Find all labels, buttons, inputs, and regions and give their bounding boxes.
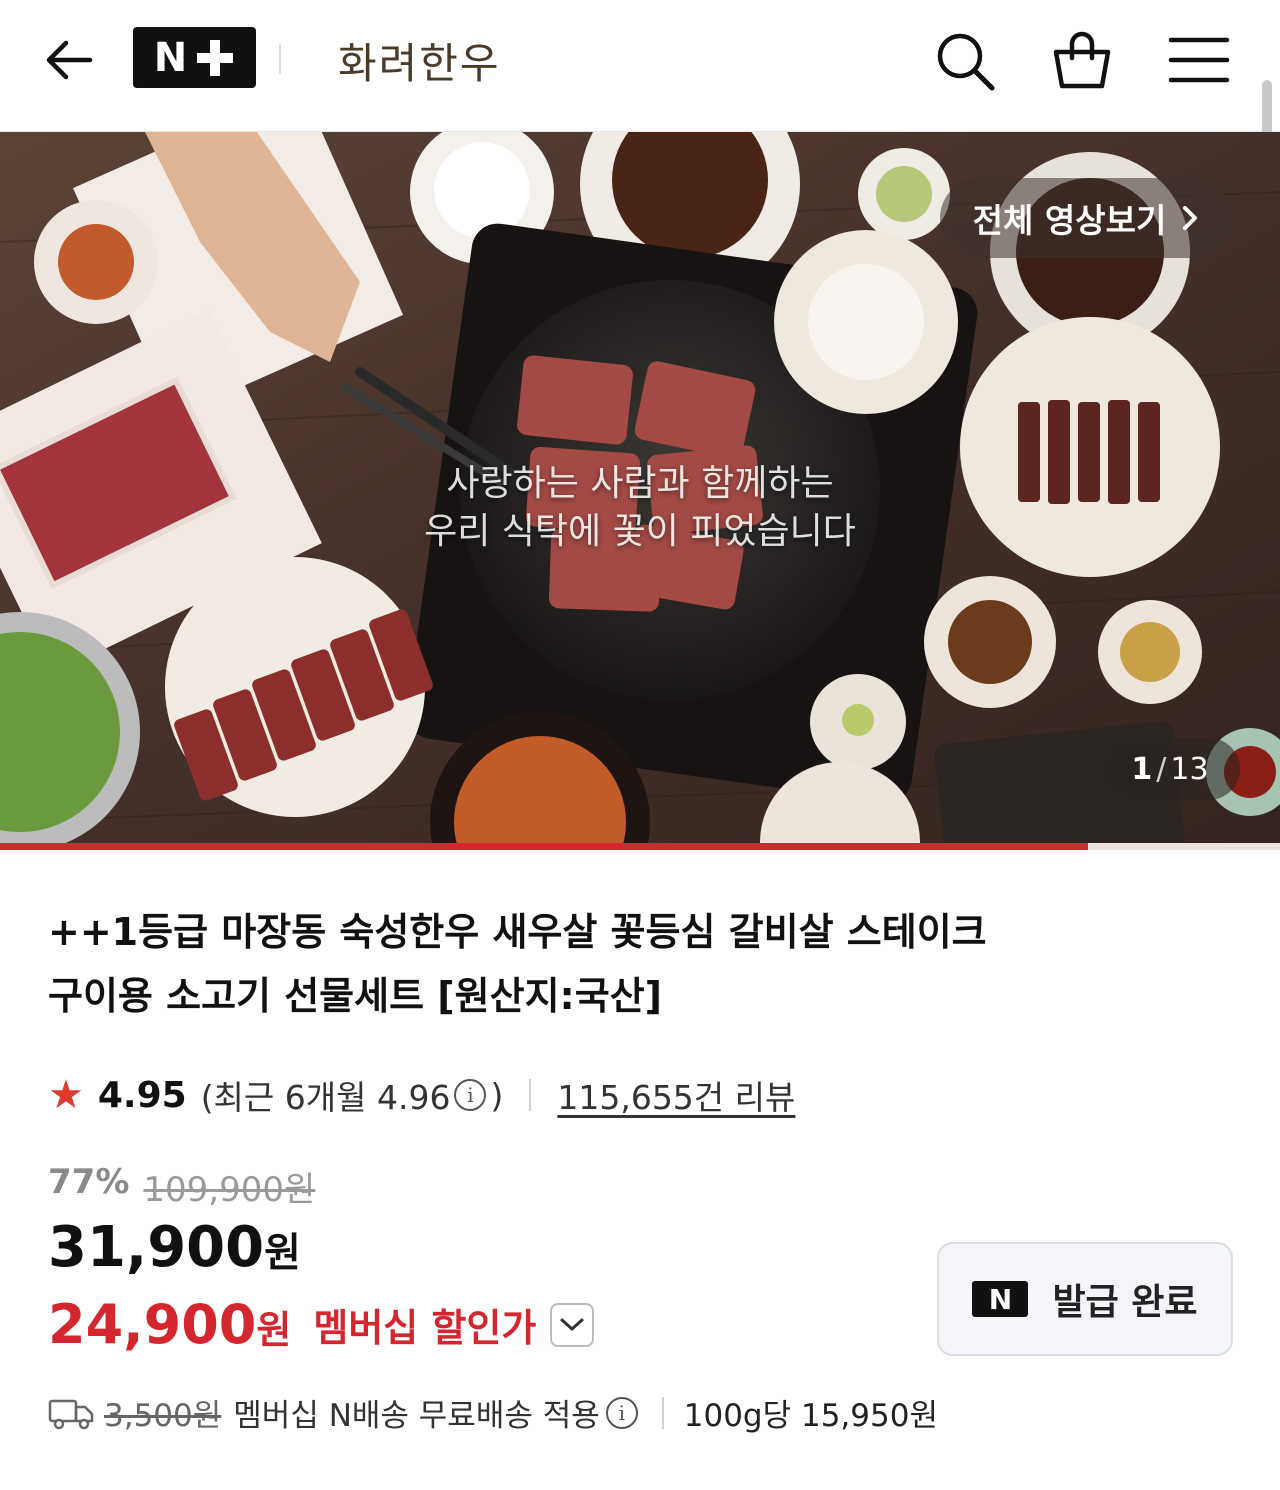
video-progress-fill xyxy=(0,843,1088,850)
chevron-down-icon xyxy=(560,1318,584,1330)
shipping-original-fee: 3,500원 xyxy=(104,1398,222,1434)
membership-price-row: 24,900원 멤버십 할인가 xyxy=(48,1293,595,1356)
recent-rating: (최근 6개월 4.96 i ) xyxy=(201,1071,504,1119)
coupon-issued-label: 발급 완료 xyxy=(1052,1282,1198,1323)
menu-icon[interactable] xyxy=(1167,28,1231,92)
naver-n-badge: N xyxy=(972,1281,1029,1317)
video-caption-line-2: 우리 식탁에 꽃이 피었습니다 xyxy=(424,511,856,552)
logo-letter: N xyxy=(153,34,188,81)
review-count-link[interactable]: 115,655건 리뷰 xyxy=(557,1071,795,1119)
recent-rating-close: ) xyxy=(490,1075,504,1115)
membership-price-toggle[interactable] xyxy=(550,1302,595,1347)
rating-value: 4.95 xyxy=(97,1074,187,1116)
star-icon: ★ xyxy=(48,1072,84,1118)
store-name[interactable]: 화려한우 xyxy=(338,30,501,91)
shopping-bag-icon[interactable] xyxy=(1050,28,1114,92)
product-title-line-2: 구이용 소고기 선물세트 [원산지:국산] xyxy=(48,974,663,1018)
coupon-issued-button[interactable]: N 발급 완료 xyxy=(937,1242,1233,1356)
full-video-label: 전체 영상보기 xyxy=(972,201,1167,240)
slide-counter-separator: / xyxy=(1156,751,1167,787)
product-media-carousel[interactable]: 전체 영상보기 사랑하는 사람과 함께하는 우리 식탁에 꽃이 피었습니다 1 … xyxy=(0,132,1280,850)
original-price: 109,900원 xyxy=(143,1170,316,1210)
info-icon[interactable]: i xyxy=(454,1079,487,1111)
shipping-info-icon[interactable]: i xyxy=(605,1396,638,1429)
shipping-benefit-text: 멤버십 N배송 무료배송 적용 xyxy=(233,1398,600,1434)
plus-icon xyxy=(197,39,234,76)
slide-counter: 1 / 13 xyxy=(1100,738,1240,800)
membership-price: 24,900원 xyxy=(48,1293,291,1356)
unit-price: 100g당 15,950원 xyxy=(683,1398,938,1434)
membership-price-number: 24,900 xyxy=(48,1293,257,1356)
sale-price-unit: 원 xyxy=(264,1230,301,1276)
membership-price-unit: 원 xyxy=(256,1308,292,1352)
header-divider xyxy=(279,44,281,74)
shipping-divider xyxy=(661,1396,664,1429)
arrow-left-icon[interactable] xyxy=(40,30,100,90)
rating-divider xyxy=(529,1079,532,1111)
naver-plus-logo[interactable]: N xyxy=(133,27,256,88)
recent-rating-text: (최근 6개월 4.96 xyxy=(200,1078,451,1117)
discount-rate: 77% xyxy=(48,1162,130,1202)
truck-icon xyxy=(48,1399,94,1429)
product-title-line-1: ++1등급 마장동 숙성한우 새우살 꽃등심 갈비살 스테이크 xyxy=(48,910,987,954)
product-title: ++1등급 마장동 숙성한우 새우살 꽃등심 갈비살 스테이크 구이용 소고기 … xyxy=(48,900,1228,1028)
discount-row: 77% 109,900원 xyxy=(48,1162,315,1211)
sale-price: 31,900원 xyxy=(48,1215,301,1280)
sale-price-number: 31,900 xyxy=(48,1215,265,1280)
video-progress-bar[interactable] xyxy=(0,843,1280,850)
video-caption-line-1: 사랑하는 사람과 함께하는 xyxy=(446,463,834,504)
search-icon[interactable] xyxy=(932,28,996,92)
membership-price-label: 멤버십 할인가 xyxy=(313,1306,537,1350)
chevron-right-icon xyxy=(1183,206,1198,230)
top-app-bar: N 화려한우 xyxy=(0,0,1280,160)
slide-counter-total: 13 xyxy=(1170,751,1209,787)
full-video-button[interactable]: 전체 영상보기 xyxy=(940,178,1233,258)
slide-counter-current: 1 xyxy=(1131,751,1153,787)
rating-row: ★ 4.95 (최근 6개월 4.96 i ) 115,655건 리뷰 xyxy=(48,1068,795,1122)
shipping-row: 3,500원 멤버십 N배송 무료배송 적용 i 100g당 15,950원 xyxy=(48,1390,938,1435)
